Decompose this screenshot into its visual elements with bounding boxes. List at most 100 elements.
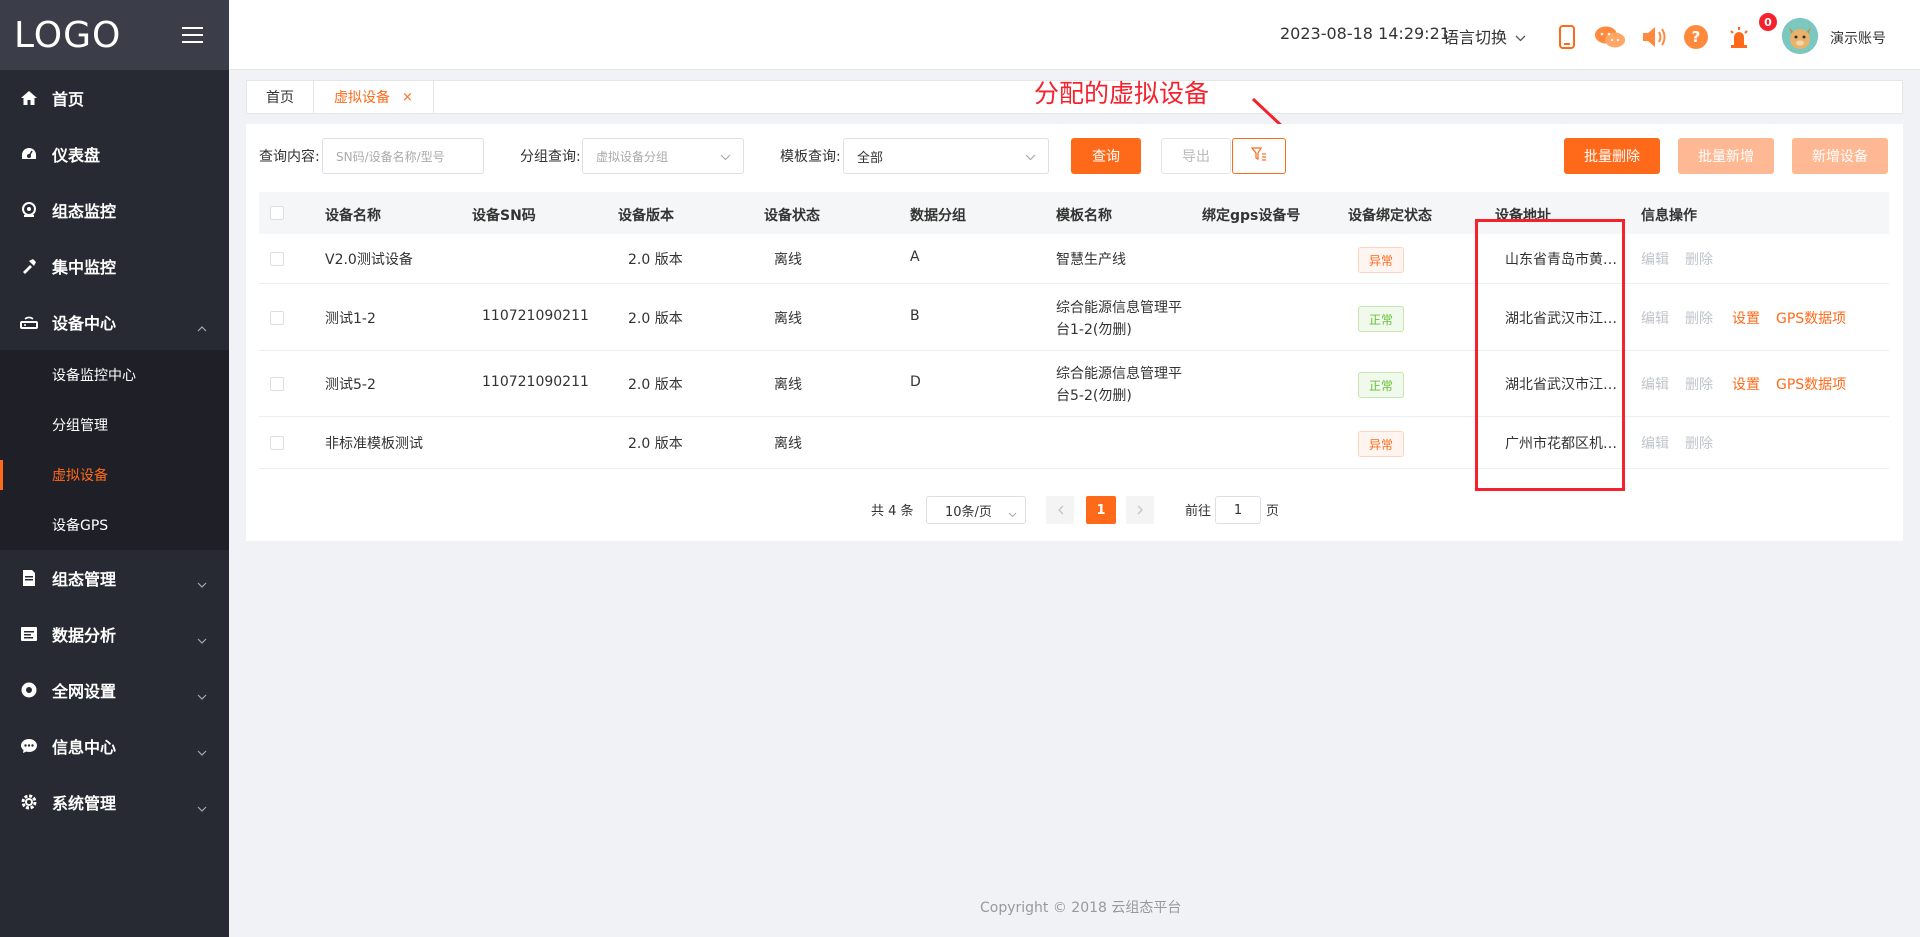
chat-icon: [20, 737, 38, 755]
sidebar-item-data-analysis[interactable]: 数据分析: [0, 606, 229, 662]
template-select-value: 全部: [857, 150, 884, 166]
sidebar: LOGO 首页 仪表盘 组态监控 集中监控 设备中心 设备监控中心 分组管理 虚…: [0, 0, 229, 937]
sidebar-item-home[interactable]: 首页: [0, 70, 229, 126]
row-checkbox[interactable]: [270, 436, 284, 450]
logo: LOGO: [14, 14, 122, 56]
template-select[interactable]: 全部: [843, 138, 1049, 174]
add-device-button[interactable]: 新增设备: [1792, 138, 1888, 174]
column-header: 设备SN码: [472, 208, 536, 224]
sidebar-item-central-monitor[interactable]: 集中监控: [0, 238, 229, 294]
avatar[interactable]: [1782, 18, 1818, 54]
settings-link[interactable]: 设置: [1732, 308, 1760, 328]
delete-link[interactable]: 删除: [1685, 308, 1713, 328]
top-header: 2023-08-18 14:29:21 语言切换 ? 0 演示账号: [229, 0, 1920, 70]
gps-data-link[interactable]: GPS数据项: [1776, 374, 1846, 394]
page-size-select[interactable]: 10条/页: [926, 496, 1026, 524]
device-status: 离线: [774, 252, 802, 268]
sidebar-item-config-management[interactable]: 组态管理: [0, 550, 229, 606]
device-sn: 110721090211: [482, 374, 589, 390]
batch-delete-button[interactable]: 批量删除: [1564, 138, 1660, 174]
sidebar-subitem-group-management[interactable]: 分组管理: [0, 400, 229, 450]
language-switch[interactable]: 语言切换: [1443, 24, 1526, 48]
wechat-icon[interactable]: [1593, 24, 1627, 50]
sidebar-item-label: 数据分析: [52, 626, 117, 645]
group-select[interactable]: 虚拟设备分组: [582, 138, 744, 174]
delete-link[interactable]: 删除: [1685, 433, 1713, 453]
device-version: 2.0 版本: [628, 311, 683, 327]
menu-toggle-icon[interactable]: [182, 27, 203, 43]
sidebar-subitem-virtual-device[interactable]: 虚拟设备: [0, 450, 229, 500]
search-button[interactable]: 查询: [1071, 138, 1141, 174]
hammer-icon: [20, 257, 38, 275]
next-page-button[interactable]: [1126, 496, 1154, 524]
settings-link[interactable]: 设置: [1732, 374, 1760, 394]
sidebar-item-label: 组态管理: [52, 570, 117, 589]
filter-button[interactable]: [1232, 138, 1286, 174]
router-icon: [20, 313, 38, 331]
tab-virtual-device[interactable]: 虚拟设备 ×: [314, 81, 434, 113]
sidebar-item-info-center[interactable]: 信息中心: [0, 718, 229, 774]
chevron-down-icon: [197, 685, 207, 704]
search-input[interactable]: SN码/设备名称/型号: [322, 138, 484, 174]
help-icon[interactable]: ?: [1683, 24, 1709, 50]
column-header: 设备版本: [618, 208, 674, 224]
sidebar-item-label: 系统管理: [52, 794, 117, 813]
close-icon[interactable]: ×: [402, 90, 413, 105]
group-select-value: 虚拟设备分组: [596, 149, 669, 164]
sidebar-subitem-device-gps[interactable]: 设备GPS: [0, 500, 229, 550]
chevron-down-icon: [197, 741, 207, 760]
gps-data-link[interactable]: GPS数据项: [1776, 308, 1846, 328]
alarm-count-badge: 0: [1759, 13, 1777, 31]
row-checkbox[interactable]: [270, 311, 284, 325]
select-all-checkbox[interactable]: [270, 206, 284, 220]
device-version: 2.0 版本: [628, 436, 683, 452]
alarm-icon[interactable]: [1726, 24, 1752, 50]
tab-label: 虚拟设备: [334, 90, 390, 106]
export-button[interactable]: 导出: [1161, 138, 1231, 174]
annotation-highlight-box: [1475, 219, 1625, 491]
goto-page-input[interactable]: 1: [1215, 496, 1261, 524]
report-icon: [20, 625, 38, 643]
chevron-down-icon: [1515, 27, 1526, 46]
batch-add-button[interactable]: 批量新增: [1678, 138, 1774, 174]
data-group: B: [910, 308, 920, 324]
edit-link[interactable]: 编辑: [1641, 308, 1669, 328]
row-checkbox[interactable]: [270, 377, 284, 391]
template-name-line2: 台1-2(勿删): [1056, 322, 1132, 338]
device-version: 2.0 版本: [628, 252, 683, 268]
bind-status-badge: 异常: [1358, 247, 1404, 273]
page-number-current[interactable]: 1: [1086, 496, 1116, 524]
data-group: D: [910, 374, 921, 390]
sidebar-item-device-center[interactable]: 设备中心: [0, 294, 229, 350]
sidebar-item-dashboard[interactable]: 仪表盘: [0, 126, 229, 182]
device-name: 测试1-2: [325, 311, 376, 327]
device-name: V2.0测试设备: [325, 252, 413, 268]
delete-link[interactable]: 删除: [1685, 249, 1713, 269]
edit-link[interactable]: 编辑: [1641, 374, 1669, 394]
chevron-down-icon: [197, 797, 207, 816]
dashboard-icon: [20, 145, 38, 163]
account-name[interactable]: 演示账号: [1830, 28, 1886, 48]
logo-bar: LOGO: [0, 0, 229, 70]
sidebar-subitem-device-monitor-center[interactable]: 设备监控中心: [0, 350, 229, 400]
column-header: 数据分组: [910, 208, 966, 224]
sidebar-item-label: 组态监控: [52, 202, 117, 221]
edit-link[interactable]: 编辑: [1641, 433, 1669, 453]
template-name: 综合能源信息管理平: [1056, 300, 1182, 316]
svg-text:?: ?: [1692, 28, 1701, 46]
sidebar-item-config-monitor[interactable]: 组态监控: [0, 182, 229, 238]
device-status: 离线: [774, 311, 802, 327]
edit-link[interactable]: 编辑: [1641, 249, 1669, 269]
template-name: 综合能源信息管理平: [1056, 366, 1182, 382]
delete-link[interactable]: 删除: [1685, 374, 1713, 394]
prev-page-button[interactable]: [1046, 496, 1074, 524]
bind-status-badge: 正常: [1358, 306, 1404, 332]
speaker-icon[interactable]: [1641, 24, 1667, 50]
pager-total: 共 4 条: [871, 504, 914, 519]
sidebar-item-system-management[interactable]: 系统管理: [0, 774, 229, 830]
tab-home[interactable]: 首页: [247, 81, 314, 113]
device-name: 测试5-2: [325, 377, 376, 393]
mobile-icon[interactable]: [1554, 24, 1580, 50]
row-checkbox[interactable]: [270, 252, 284, 266]
sidebar-item-network-settings[interactable]: 全网设置: [0, 662, 229, 718]
